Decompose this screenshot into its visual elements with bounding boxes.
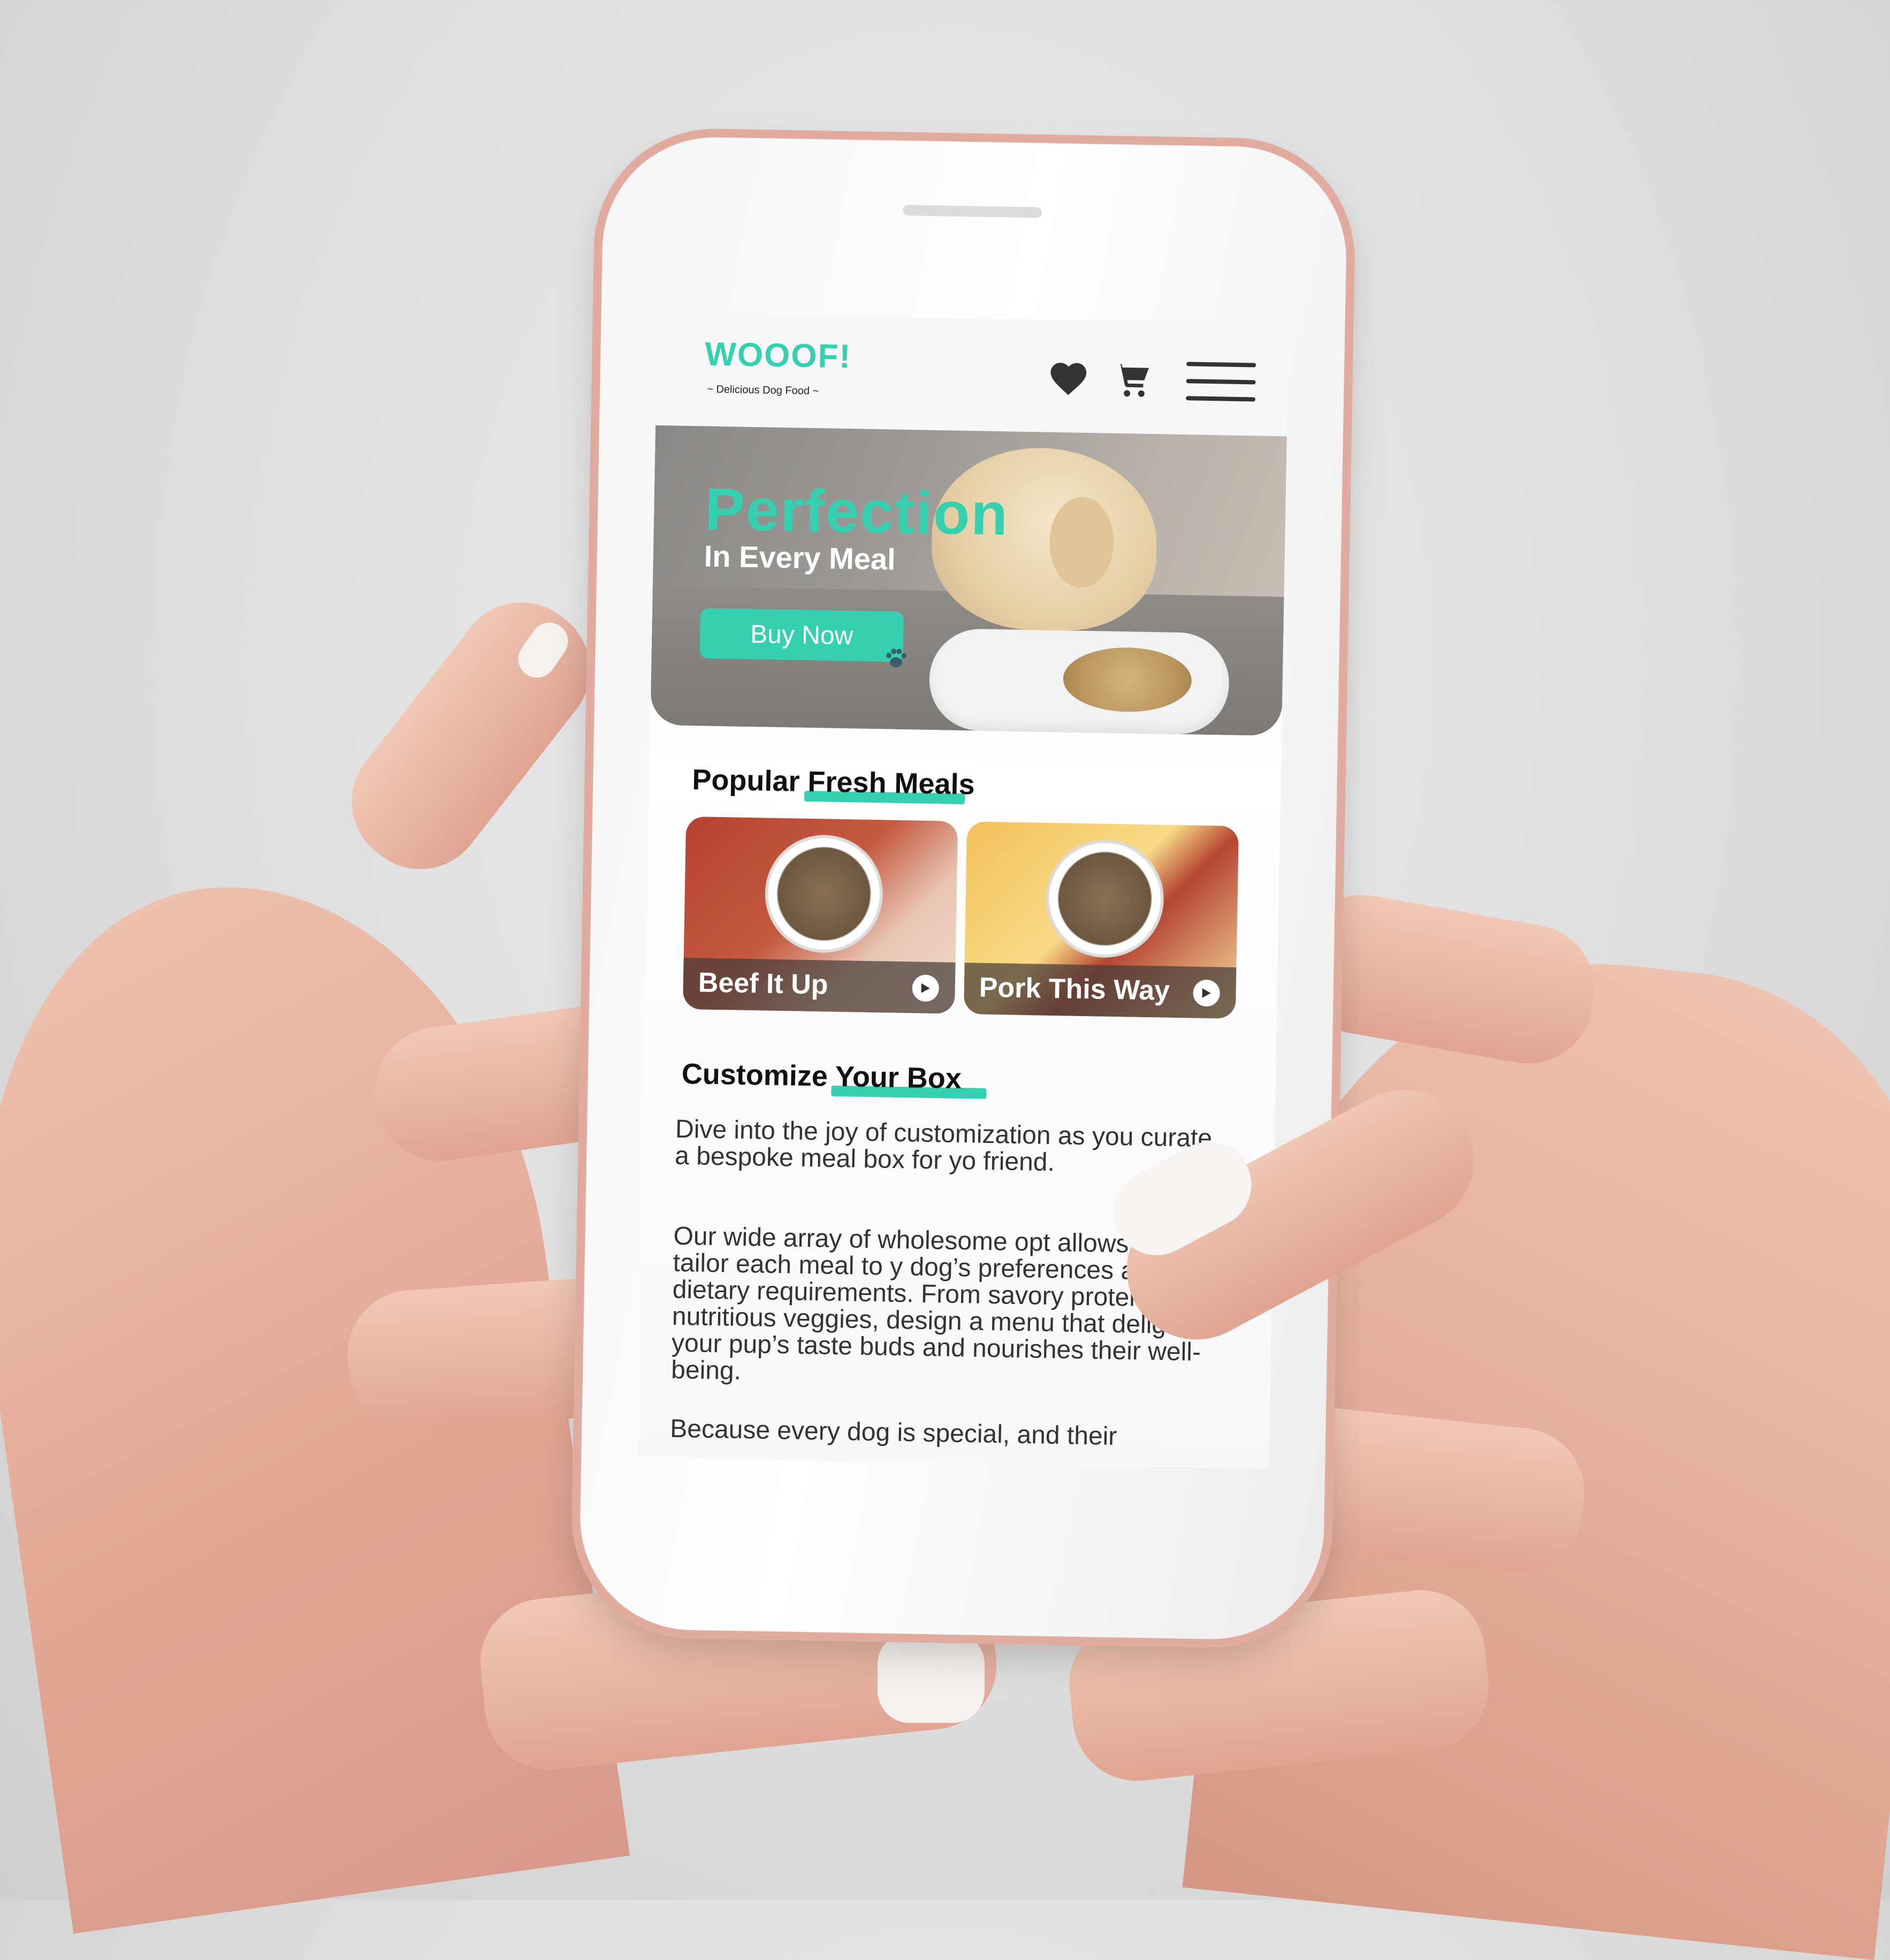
meal-card-beef[interactable]: Beef It Up (682, 816, 958, 1014)
left-finger (326, 576, 616, 895)
chevron-right-icon[interactable] (912, 974, 940, 1002)
meal-card-label: Beef It Up (698, 967, 829, 1001)
hero-subtitle: In Every Meal (704, 539, 896, 576)
menu-icon[interactable] (1185, 360, 1256, 403)
app-header: WOOOF! ~ Delicious Dog Food ~ (656, 312, 1289, 437)
customize-box-title: Customize Your Box (681, 1057, 962, 1095)
cart-icon[interactable] (1111, 359, 1154, 402)
customize-paragraph: Because every dog is special, and their (669, 1414, 1117, 1451)
meal-card-bar: Pork This Way (963, 963, 1237, 1019)
chevron-right-icon[interactable] (1193, 979, 1221, 1007)
meal-card-bar: Beef It Up (682, 957, 956, 1014)
hero-banner: Perfection In Every Meal Buy Now (650, 425, 1287, 736)
meal-card-pork[interactable]: Pork This Way (963, 821, 1239, 1019)
brand-tagline: ~ Delicious Dog Food ~ (707, 383, 819, 398)
heart-icon[interactable] (1047, 357, 1090, 401)
phone-speaker (902, 204, 1042, 218)
hero-title: Perfection (704, 475, 1010, 548)
popular-meals-title: Popular Fresh Meals (691, 764, 976, 801)
smartphone: WOOOF! ~ Delicious Dog Food ~ Perfection… (578, 135, 1348, 1641)
meal-bowl-image (1045, 838, 1165, 959)
left-thumbnail (878, 1632, 985, 1723)
buy-now-button[interactable]: Buy Now (699, 608, 904, 662)
brand-logo[interactable]: WOOOF! (705, 335, 852, 376)
paw-icon (881, 643, 911, 673)
meal-bowl-image (764, 834, 884, 954)
meal-card-label: Pork This Way (979, 972, 1170, 1006)
